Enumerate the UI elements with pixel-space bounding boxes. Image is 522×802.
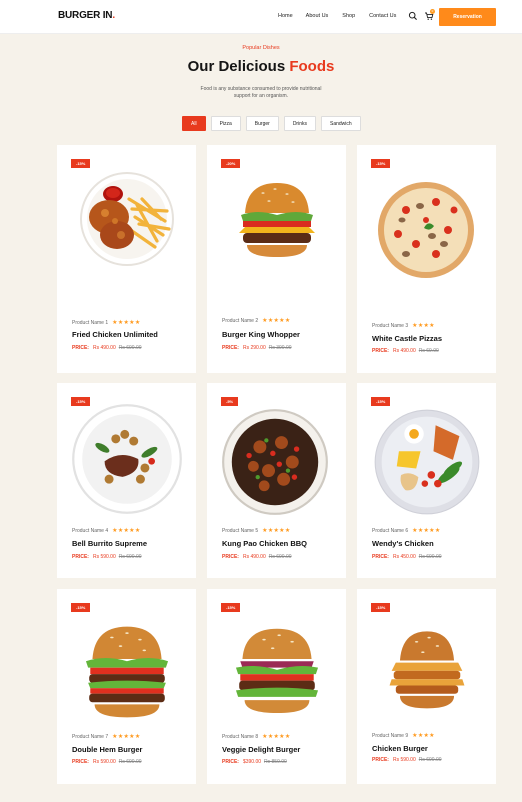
category-filters: All Pizza Burger Drinks Sandwich (182, 116, 361, 131)
filter-burger[interactable]: Burger (245, 116, 279, 131)
section-description: Food is any substance consumed to provid… (200, 86, 322, 99)
product-card[interactable]: -15% Product Name 8 ★★★★★ Veggie Delight… (207, 589, 346, 784)
rating-stars: ★★★★★ (112, 528, 141, 534)
section-title: Our Delicious Foods (187, 58, 335, 75)
product-price: PRICE: Rs 290.00 Rs 390.00 (222, 345, 292, 351)
discount-badge: -20% (221, 159, 241, 168)
search-icon[interactable] (408, 11, 418, 21)
steak-plate-image (72, 404, 182, 514)
discount-badge: -15% (221, 603, 241, 612)
rating-stars: ★★★★★ (112, 320, 141, 326)
product-number: Product Name 6 (372, 527, 409, 534)
nav-contact[interactable]: Contact Us (369, 13, 396, 19)
kung-pao-image (222, 409, 328, 515)
product-name[interactable]: Bell Burrito Supreme (72, 539, 147, 548)
double-burger-image (85, 626, 169, 718)
filter-drinks[interactable]: Drinks (283, 116, 316, 131)
filter-all[interactable]: All (182, 116, 206, 131)
filter-pizza[interactable]: Pizza (210, 116, 241, 131)
product-card[interactable]: -5% Product Name 5 ★★★★★ Kung Pao Chicke… (207, 383, 346, 578)
product-number: Product Name 3 (372, 322, 409, 329)
cart-count-badge: 0 (430, 9, 435, 14)
product-card[interactable]: -15% Product Name 3 ★★★★ White Castle Pi… (357, 145, 496, 373)
logo[interactable]: BURGER IN. (58, 10, 115, 21)
site-header: BURGER IN. Home About Us Shop Contact Us… (0, 0, 522, 34)
discount-badge: -5% (221, 397, 239, 406)
discount-badge: -15% (371, 397, 391, 406)
product-number: Product Name 4 (72, 527, 109, 534)
main-nav: Home About Us Shop Contact Us (278, 13, 410, 19)
product-number: Product Name 8 (222, 733, 259, 740)
product-meta: Product Name 9 ★★★★ (372, 732, 435, 740)
product-price: PRICE: Rs 490.00 Rs 69.00 (372, 348, 439, 354)
product-number: Product Name 7 (72, 733, 109, 740)
filter-sandwich[interactable]: Sandwich (320, 116, 361, 131)
product-number: Product Name 9 (372, 732, 409, 739)
burger-image (239, 183, 315, 257)
product-name[interactable]: Chicken Burger (372, 744, 428, 753)
nav-home[interactable]: Home (278, 13, 293, 19)
product-number: Product Name 2 (222, 317, 259, 324)
product-price: PRICE: Rs 590.00 Rs 690.00 (372, 757, 442, 763)
reservation-button[interactable]: Reservation (439, 8, 496, 26)
product-name[interactable]: White Castle Pizzas (372, 334, 442, 343)
product-price: PRICE: Rs 490.00 Rs 690.00 (222, 554, 292, 560)
rating-stars: ★★★★★ (262, 528, 291, 534)
discount-badge: -15% (371, 603, 391, 612)
product-meta: Product Name 6 ★★★★★ (372, 527, 441, 535)
product-price: PRICE: $390.00 Rs 859.00 (222, 759, 287, 765)
product-number: Product Name 5 (222, 527, 259, 534)
product-meta: Product Name 5 ★★★★★ (222, 527, 291, 535)
product-meta: Product Name 1 ★★★★★ (72, 319, 141, 327)
section-subtitle: Popular Dishes (242, 45, 280, 51)
rating-stars: ★★★★★ (262, 734, 291, 740)
product-meta: Product Name 3 ★★★★ (372, 322, 435, 330)
product-name[interactable]: Veggie Delight Burger (222, 745, 300, 754)
rating-stars: ★★★★ (412, 323, 435, 329)
pizza-image (378, 182, 474, 278)
product-card[interactable]: -15% Product Name 7 ★★★★★ Double Hem Bur… (57, 589, 196, 784)
rating-stars: ★★★★★ (112, 734, 141, 740)
product-price: PRICE: Rs 490.00 Rs 690.00 (72, 345, 142, 351)
discount-badge: -15% (71, 603, 91, 612)
rating-stars: ★★★★ (412, 733, 435, 739)
rating-stars: ★★★★★ (412, 528, 441, 534)
product-name[interactable]: Kung Pao Chicken BBQ (222, 539, 307, 548)
product-card[interactable]: -15% Product Name 4 ★★★★★ Bell Burrito S… (57, 383, 196, 578)
product-meta: Product Name 4 ★★★★★ (72, 527, 141, 535)
product-meta: Product Name 8 ★★★★★ (222, 733, 291, 741)
platter-image (374, 409, 480, 515)
fried-chicken-image (80, 172, 174, 266)
product-meta: Product Name 2 ★★★★★ (222, 317, 291, 325)
product-price: PRICE: Rs 450.00 Rs 690.00 (372, 554, 442, 560)
product-card[interactable]: -20% Product Name 2 ★★★★★ Burger King Wh… (207, 145, 346, 373)
product-card[interactable]: -15% Product Name 6 ★★★★★ Wendy's Chicke… (357, 383, 496, 578)
product-card[interactable]: -15% Product Name 1 ★★★★★ Fried Chicken … (57, 145, 196, 373)
product-name[interactable]: Fried Chicken Unlimited (72, 330, 158, 339)
product-card[interactable]: -15% Product Name 9 ★★★★ Chicken Burger … (357, 589, 496, 784)
veggie-burger-image (235, 628, 319, 714)
product-name[interactable]: Burger King Whopper (222, 330, 300, 339)
product-name[interactable]: Wendy's Chicken (372, 539, 434, 548)
nav-shop[interactable]: Shop (342, 13, 355, 19)
nav-about[interactable]: About Us (306, 13, 329, 19)
product-price: PRICE: Rs 590.00 Rs 690.00 (72, 554, 142, 560)
rating-stars: ★★★★★ (262, 318, 291, 324)
chicken-burger-image (389, 631, 465, 709)
product-meta: Product Name 7 ★★★★★ (72, 733, 141, 741)
product-name[interactable]: Double Hem Burger (72, 745, 142, 754)
product-number: Product Name 1 (72, 319, 109, 326)
product-price: PRICE: Rs 590.00 Rs 690.00 (72, 759, 142, 765)
discount-badge: -15% (71, 159, 91, 168)
discount-badge: -15% (371, 159, 391, 168)
